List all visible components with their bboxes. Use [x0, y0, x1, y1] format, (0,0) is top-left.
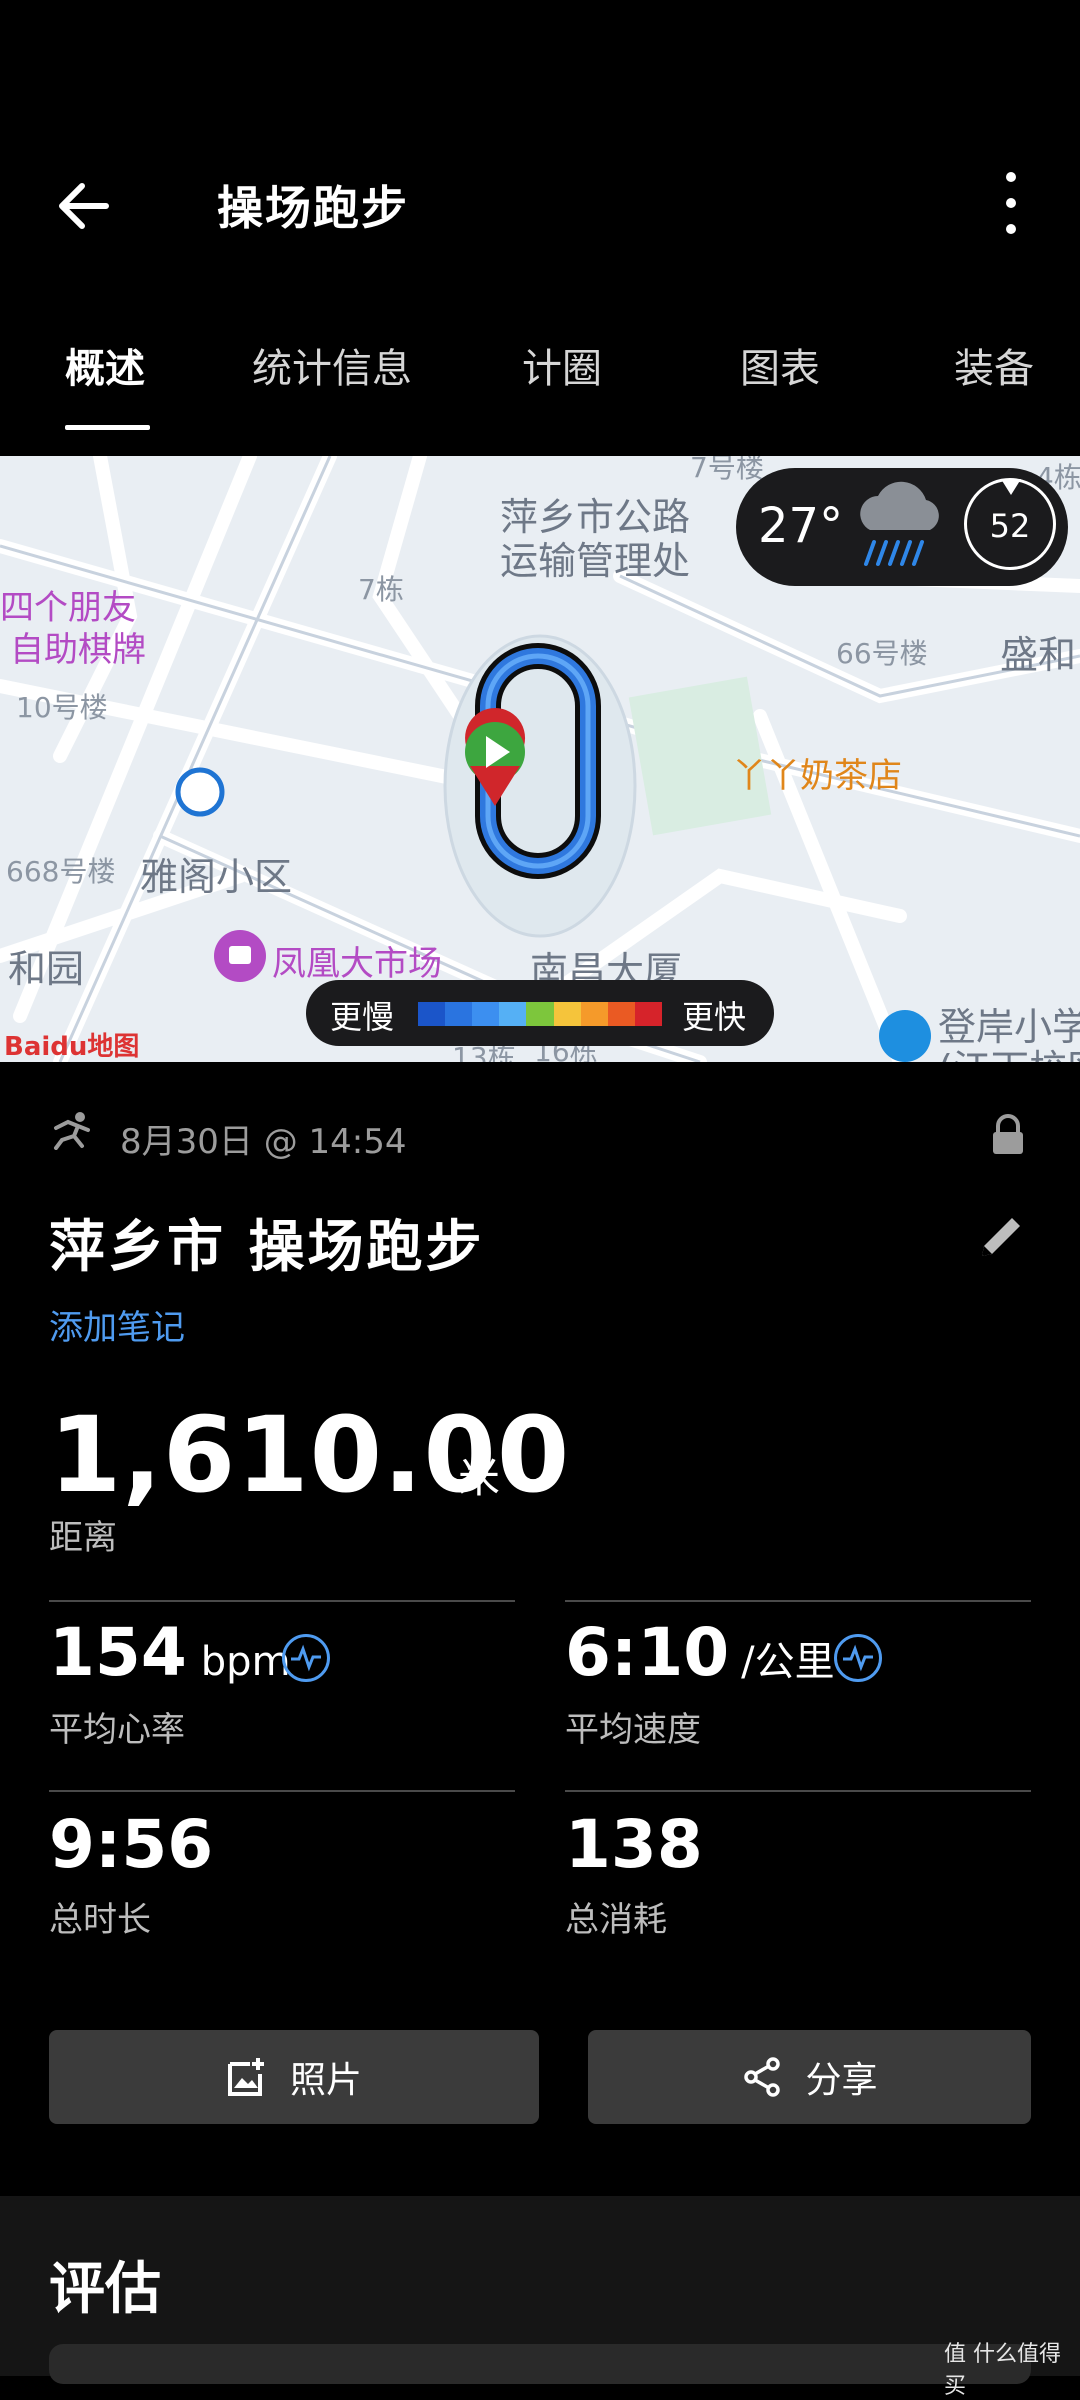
back-button[interactable]: [54, 176, 114, 236]
tab-charts[interactable]: 图表: [740, 336, 820, 394]
add-photo-icon: [227, 2058, 264, 2096]
heart-rate-icon[interactable]: [834, 1634, 882, 1682]
tab-laps[interactable]: 计圈: [522, 336, 602, 394]
more-vertical-icon: [996, 172, 1026, 234]
photos-button[interactable]: 照片: [49, 2030, 539, 2124]
divider: [565, 1790, 1031, 1792]
activity-title: 萍乡市 操场跑步: [49, 1215, 485, 1280]
stat-label: 总时长: [49, 1900, 151, 1940]
divider: [49, 1600, 515, 1602]
total-time-value: 9:56: [49, 1806, 214, 1883]
speed-fast-label: 更快: [682, 998, 747, 1036]
speed-gradient: [418, 1002, 662, 1026]
avg-heart-rate-stat: 154 bpm: [49, 1614, 291, 1691]
map-label: 7栋: [358, 573, 404, 606]
temperature: 27°: [758, 498, 844, 554]
more-menu-button[interactable]: [996, 172, 1026, 236]
baidu-map-logo: Baidu地图: [4, 1032, 140, 1062]
speed-slow-label: 更慢: [330, 998, 395, 1036]
weather-badge: 27° 52: [736, 468, 1068, 586]
arrow-left-icon: [59, 183, 109, 229]
map-label: 66号楼: [836, 637, 928, 670]
map-label: 盛和: [1000, 633, 1077, 677]
share-icon: [744, 2057, 781, 2097]
stat-unit: /公里: [741, 1639, 835, 1685]
map-label: (江下校区: [938, 1038, 1080, 1062]
divider: [49, 1790, 515, 1792]
page-title: 操场跑步: [217, 181, 409, 235]
map-label: 自助棋牌: [10, 630, 146, 670]
stat-unit: bpm: [200, 1639, 291, 1685]
stat-label: 平均速度: [565, 1710, 701, 1750]
running-icon: [54, 1112, 90, 1150]
distance-label: 距离: [49, 1518, 117, 1558]
wind-direction-icon: [1001, 479, 1021, 495]
distance-unit: 米: [458, 1453, 501, 1502]
map-label: 雅阁小区: [140, 855, 293, 899]
speed-legend: 更慢 更快: [306, 980, 774, 1046]
evaluation-card[interactable]: [49, 2344, 1031, 2384]
map-label: 7号楼: [690, 456, 764, 484]
share-button-label: 分享: [805, 2060, 878, 2101]
avg-pace-stat: 6:10 /公里: [565, 1614, 835, 1691]
stat-label: 总消耗: [565, 1900, 667, 1940]
wind-value: 52: [989, 507, 1031, 545]
stat-value: 154: [49, 1614, 187, 1691]
tab-gear[interactable]: 装备: [954, 336, 1034, 394]
cloud-rain-icon: [860, 481, 939, 566]
pencil-icon[interactable]: [976, 1210, 1028, 1262]
activity-datetime: 8月30日 @ 14:54: [120, 1122, 407, 1162]
map-label: 运输管理处: [500, 539, 691, 583]
tab-overview[interactable]: 概述: [65, 336, 145, 394]
wind-indicator: 52: [964, 478, 1056, 570]
heart-rate-icon[interactable]: [282, 1634, 330, 1682]
share-button[interactable]: 分享: [588, 2030, 1031, 2124]
map-label: 668号楼: [6, 855, 116, 888]
route-map[interactable]: 萍乡市公路 运输管理处 7栋 66号楼 盛和 四个朋友 自助棋牌 10号楼 丫丫…: [0, 456, 1080, 1062]
map-label: 10号楼: [16, 691, 108, 724]
tab-statistics[interactable]: 统计信息: [252, 336, 412, 394]
active-tab-indicator: [65, 425, 150, 430]
divider: [565, 1600, 1031, 1602]
evaluation-title: 评估: [49, 2257, 161, 2322]
map-label: 凤凰大市场: [272, 944, 442, 984]
total-calories-value: 138: [565, 1806, 703, 1883]
map-label: 丫丫奶茶店: [732, 756, 902, 796]
watermark: 值 什么值得买: [944, 2342, 1061, 2399]
map-label: 和园: [8, 947, 85, 991]
lock-icon[interactable]: [990, 1114, 1026, 1156]
stat-value: 6:10: [565, 1614, 730, 1691]
add-note-link[interactable]: 添加笔记: [49, 1300, 185, 1349]
stat-label: 平均心率: [49, 1710, 185, 1750]
photos-button-label: 照片: [289, 2060, 362, 2101]
